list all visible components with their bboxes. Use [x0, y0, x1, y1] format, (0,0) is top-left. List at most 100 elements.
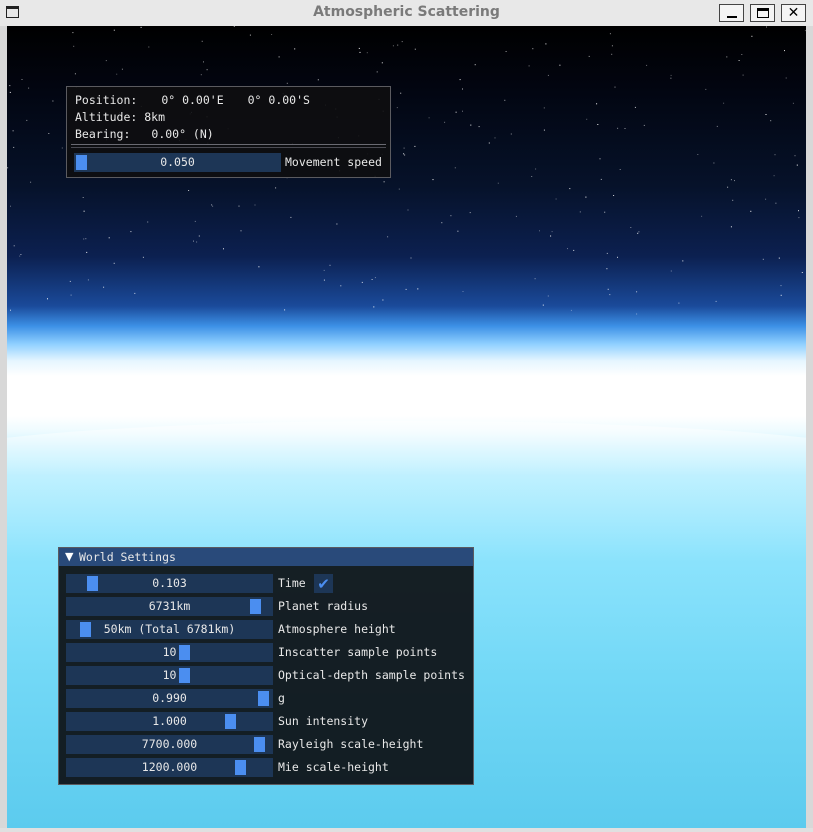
close-button[interactable]: ✕ [781, 4, 806, 22]
optical-depth-sample-points-slider[interactable]: 10 [66, 666, 273, 685]
star [741, 54, 743, 55]
star [441, 222, 443, 224]
separator [71, 144, 386, 145]
g-slider[interactable]: 0.990 [66, 689, 273, 708]
mie-scale-height-slider[interactable]: 1200.000 [66, 758, 273, 777]
star [801, 272, 803, 273]
star [21, 79, 23, 80]
star [223, 248, 224, 250]
movement-speed-slider[interactable]: 0.050 [74, 153, 281, 172]
star [238, 205, 240, 207]
optical-depth-sample-points-label: Optical-depth sample points [278, 668, 465, 682]
minimize-icon [726, 16, 737, 18]
star [646, 64, 648, 66]
star [730, 179, 732, 181]
star [13, 146, 15, 148]
star [410, 257, 412, 259]
star [504, 99, 506, 101]
star [13, 245, 15, 247]
star [766, 26, 767, 28]
world-settings-title: World Settings [79, 550, 176, 564]
star [713, 162, 715, 164]
star [371, 279, 373, 280]
bearing-row: Bearing: 0.00° (N) [75, 127, 214, 142]
star [9, 91, 11, 93]
close-icon: ✕ [787, 5, 800, 21]
star [61, 147, 63, 149]
star [83, 210, 85, 212]
star [254, 204, 256, 206]
star [48, 133, 50, 134]
star [775, 202, 777, 204]
star [9, 85, 11, 87]
star [403, 147, 405, 149]
star [543, 129, 545, 131]
star [374, 277, 376, 279]
world-settings-header[interactable]: ▼ World Settings [59, 548, 473, 566]
star [730, 226, 732, 228]
star [432, 179, 434, 181]
atmosphere-height-label: Atmosphere height [278, 622, 396, 636]
star [400, 92, 402, 94]
star [751, 35, 753, 37]
star [317, 79, 319, 81]
star [52, 100, 54, 102]
star [727, 186, 729, 188]
minimize-button[interactable] [719, 4, 744, 22]
maximize-icon [756, 8, 769, 18]
star [579, 211, 581, 213]
planet-radius-slider[interactable]: 6731km [66, 597, 273, 616]
star [738, 60, 740, 61]
sun-intensity-slider[interactable]: 1.000 [66, 712, 273, 731]
star [392, 45, 394, 47]
star [619, 169, 621, 170]
star [551, 231, 553, 233]
star [200, 74, 202, 76]
star [7, 167, 9, 169]
star [113, 29, 115, 31]
star [249, 34, 251, 36]
star [201, 40, 203, 42]
star [103, 286, 105, 288]
star [611, 45, 613, 47]
star [147, 221, 149, 223]
star [785, 77, 787, 79]
star [73, 45, 75, 47]
star [716, 125, 718, 127]
star [323, 269, 325, 271]
position-row: Position: 0° 0.00'E 0° 0.00'S [75, 93, 310, 108]
star [82, 197, 84, 198]
maximize-button[interactable] [750, 4, 775, 22]
star [373, 306, 375, 308]
star [10, 309, 11, 311]
render-viewport[interactable]: Position: 0° 0.00'E 0° 0.00'S Altitude: 8k… [7, 26, 806, 828]
star [796, 164, 798, 166]
star [275, 187, 277, 189]
star [454, 167, 456, 169]
atmosphere-height-slider[interactable]: 50km (Total 6781km) [66, 620, 273, 639]
time-checkbox[interactable]: ✔ [314, 574, 333, 593]
time-slider[interactable]: 0.103 [66, 574, 273, 593]
triangle-down-icon[interactable]: ▼ [65, 550, 73, 563]
star [798, 210, 799, 212]
slider-value: 7700.000 [141, 737, 198, 751]
star [69, 280, 71, 282]
star [134, 292, 136, 294]
star [10, 205, 11, 207]
star [414, 48, 416, 50]
star [381, 62, 383, 64]
star [397, 44, 399, 46]
title-bar[interactable]: Atmospheric Scattering ✕ [0, 0, 813, 27]
star [765, 114, 767, 115]
star [600, 178, 602, 180]
window-title: Atmospheric Scattering [313, 4, 500, 20]
inscatter-sample-points-slider[interactable]: 10 [66, 643, 273, 662]
horizon-glow [7, 421, 806, 561]
rayleigh-scale-height-slider[interactable]: 7700.000 [66, 735, 273, 754]
star [542, 304, 544, 306]
star [462, 110, 463, 112]
world-settings-window[interactable]: ▼ World Settings 0.103 Time ✔ 6731km Planet … [58, 547, 474, 785]
window-border-bottom [0, 828, 813, 832]
inscatter-sample-points-label: Inscatter sample points [278, 645, 438, 659]
star [470, 124, 472, 126]
